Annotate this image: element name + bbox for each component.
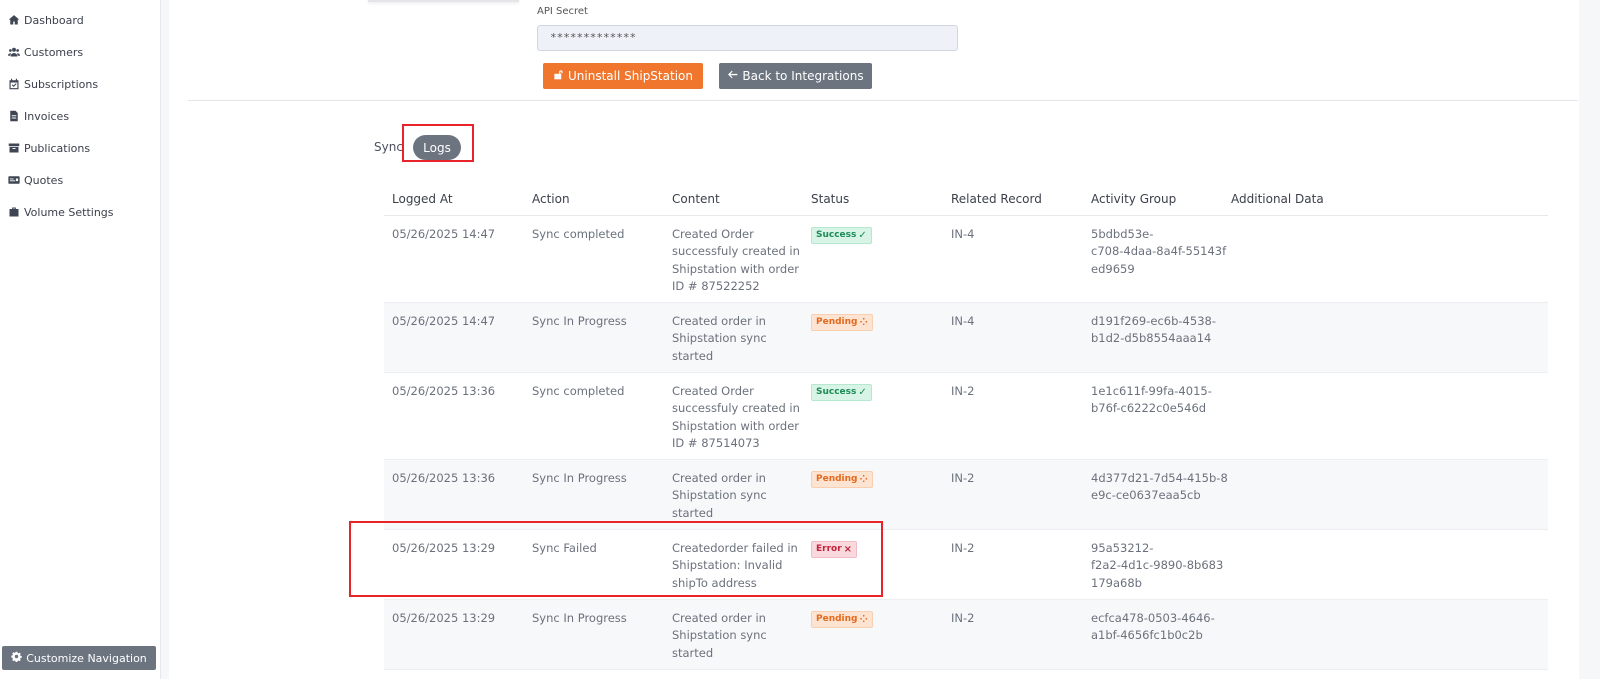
status-badge: Success ✓ — [811, 227, 872, 244]
logged-at-cell: 05/26/2025 13:29 — [392, 611, 496, 625]
table-row: 05/26/2025 13:29 Sync In Progress Create… — [384, 600, 1548, 670]
activity-group-cell: 5bdbd53e- c708-4daa-8a4f-55143f ed9659 — [1091, 227, 1227, 276]
sidebar-item-customers[interactable]: Customers — [7, 42, 83, 62]
file-invoice-icon — [7, 110, 20, 123]
spinner-icon: ⁘ — [859, 614, 868, 625]
sidebar-item-label: Customers — [24, 45, 84, 59]
sidebar-item-label: Invoices — [24, 109, 70, 123]
column-header[interactable]: Related Record — [951, 192, 1042, 206]
uninstall-label: Uninstall ShipStation — [568, 69, 693, 83]
action-cell: Sync In Progress — [532, 314, 627, 328]
content-cell: Created Order successfuly created in Shi… — [672, 227, 800, 294]
status-badge-label: Success — [816, 387, 857, 397]
quote-card-icon — [7, 174, 20, 187]
sidebar-item-publications[interactable]: Publications — [7, 138, 90, 158]
error-row-highlight — [349, 521, 883, 597]
logged-at-cell: 05/26/2025 14:47 — [392, 314, 496, 328]
section-divider — [188, 100, 1578, 101]
gear-icon — [11, 651, 26, 665]
related-record-cell: IN-2 — [951, 611, 975, 625]
status-badge: Pending ⁘ — [811, 611, 873, 628]
briefcase-icon — [7, 206, 20, 219]
action-cell: Sync completed — [532, 227, 625, 241]
tab-sync[interactable]: Sync — [374, 140, 403, 154]
logs-tab-highlight — [402, 124, 474, 162]
activity-group-cell: ecfca478-0503-4646- a1bf-4656fc1b0c2b — [1091, 611, 1215, 643]
related-record-cell: IN-2 — [951, 384, 975, 398]
sidebar-item-label: Volume Settings — [24, 205, 114, 219]
sidebar-item-dashboard[interactable]: Dashboard — [7, 10, 84, 30]
related-record-cell: IN-4 — [951, 227, 975, 241]
sidebar-item-label: Quotes — [24, 173, 64, 187]
archive-icon — [7, 142, 20, 155]
column-header[interactable]: Logged At — [392, 192, 453, 206]
status-badge-label: Pending — [816, 474, 858, 484]
logged-at-cell: 05/26/2025 13:36 — [392, 471, 496, 485]
action-cell: Sync completed — [532, 384, 625, 398]
activity-group-cell: 4d377d21-7d54-415b-8 e9c-ce0637eaa5cb — [1091, 471, 1228, 503]
column-header[interactable]: Action — [532, 192, 570, 206]
check-icon: ✓ — [858, 230, 867, 241]
table-header: Logged At Action Content Status Related … — [384, 181, 1548, 216]
top-tab-edge — [368, 0, 519, 2]
check-icon: ✓ — [858, 387, 867, 398]
sidebar-item-quotes[interactable]: Quotes — [7, 170, 63, 190]
customize-navigation-button[interactable]: Customize Navigation — [2, 646, 156, 670]
activity-group-cell: 95a53212- f2a2-4d1c-9890-8b683 179a68b — [1091, 541, 1224, 590]
sidebar-item-subscriptions[interactable]: Subscriptions — [7, 74, 98, 94]
status-badge-label: Success — [816, 230, 857, 240]
spinner-icon: ⁘ — [859, 474, 868, 485]
sidebar-item-invoices[interactable]: Invoices — [7, 106, 69, 126]
table-row: 05/26/2025 14:47 Sync In Progress Create… — [384, 303, 1548, 373]
status-badge-label: Pending — [816, 317, 858, 327]
content-cell: Created order in Shipstation sync starte… — [672, 314, 767, 363]
back-to-integrations-button[interactable]: Back to Integrations — [719, 63, 872, 89]
sidebar-item-label: Subscriptions — [24, 77, 99, 91]
content-cell: Created Order successfuly created in Shi… — [672, 384, 800, 451]
action-cell: Sync In Progress — [532, 471, 627, 485]
spinner-icon: ⁘ — [859, 317, 868, 328]
content-cell: Created order in Shipstation sync starte… — [672, 471, 767, 520]
column-header[interactable]: Additional Data — [1231, 192, 1324, 206]
home-icon — [7, 14, 20, 27]
table-row: 05/26/2025 13:36 Sync completed Created … — [384, 373, 1548, 460]
sidebar-item-label: Dashboard — [24, 13, 84, 27]
activity-group-cell: d191f269-ec6b-4538- b1d2-d5b8554aaa14 — [1091, 314, 1216, 346]
content-cell: Created order in Shipstation sync starte… — [672, 611, 767, 660]
related-record-cell: IN-2 — [951, 471, 975, 485]
table-row: 05/26/2025 14:47 Sync completed Created … — [384, 216, 1548, 303]
column-header[interactable]: Activity Group — [1091, 192, 1176, 206]
main-content: API Secret ************* Uninstall ShipS… — [161, 0, 1600, 679]
sidebar-item-volume-settings[interactable]: Volume Settings — [7, 202, 114, 222]
logged-at-cell: 05/26/2025 14:47 — [392, 227, 496, 241]
api-secret-label: API Secret — [537, 6, 588, 17]
customize-navigation-label: Customize Navigation — [26, 651, 147, 665]
integration-card: API Secret ************* Uninstall ShipS… — [169, 0, 1579, 679]
api-secret-field[interactable]: ************* — [537, 25, 958, 51]
status-badge: Success ✓ — [811, 384, 872, 401]
sidebar-item-label: Publications — [24, 141, 91, 155]
action-cell: Sync In Progress — [532, 611, 627, 625]
logged-at-cell: 05/26/2025 13:36 — [392, 384, 496, 398]
status-badge: Pending ⁘ — [811, 471, 873, 488]
back-label: Back to Integrations — [742, 69, 864, 83]
table-row: 05/26/2025 13:36 Sync In Progress Create… — [384, 460, 1548, 530]
column-header[interactable]: Status — [811, 192, 849, 206]
unlock-icon — [553, 69, 568, 83]
status-badge-label: Pending — [816, 614, 858, 624]
arrow-left-icon — [727, 69, 742, 83]
sidebar: Dashboard Customers Subscriptions Invoic… — [0, 0, 161, 679]
related-record-cell: IN-2 — [951, 541, 975, 555]
uninstall-shipstation-button[interactable]: Uninstall ShipStation — [543, 63, 703, 89]
status-badge: Pending ⁘ — [811, 314, 873, 331]
column-header[interactable]: Content — [672, 192, 720, 206]
users-icon — [7, 46, 20, 59]
related-record-cell: IN-4 — [951, 314, 975, 328]
calendar-check-icon — [7, 78, 20, 91]
activity-group-cell: 1e1c611f-99fa-4015- b76f-c6222c0e546d — [1091, 384, 1212, 416]
